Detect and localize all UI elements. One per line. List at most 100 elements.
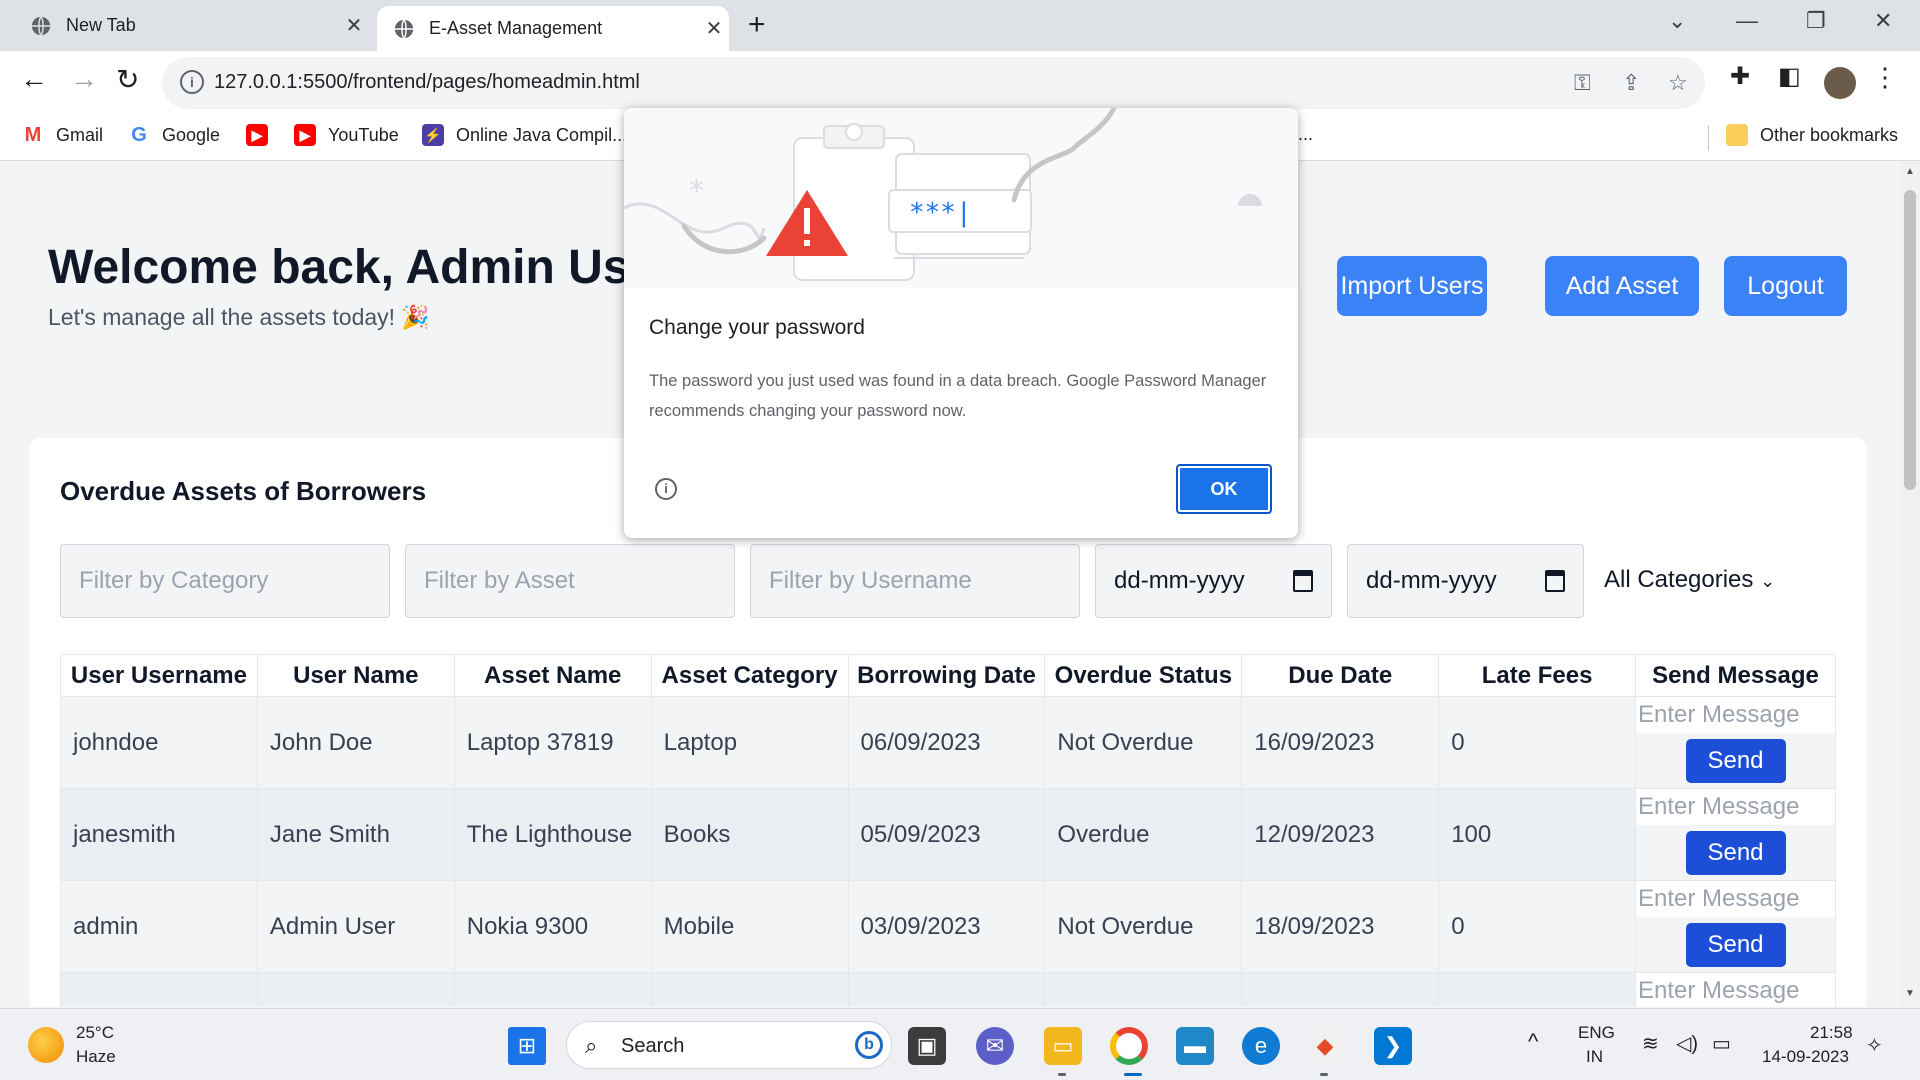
- close-tab-icon[interactable]: ✕: [699, 16, 729, 41]
- teams-chat-icon[interactable]: ✉: [976, 1027, 1014, 1065]
- scroll-down-icon[interactable]: ▼: [1905, 988, 1915, 999]
- dialog-body: The password you just used was found in …: [649, 372, 1267, 420]
- info-icon[interactable]: i: [655, 478, 677, 500]
- bookmark-star-icon[interactable]: ☆: [1668, 70, 1688, 96]
- send-button[interactable]: Send: [1685, 738, 1786, 783]
- message-input[interactable]: Enter Message: [1636, 973, 1835, 1007]
- bookmark-overflow[interactable]: ...: [1298, 124, 1313, 145]
- share-icon[interactable]: ⇪: [1622, 70, 1640, 96]
- bookmark-google[interactable]: G Google: [128, 124, 220, 146]
- cell-status: [1044, 972, 1243, 1007]
- browser-toolbar: ← → ↻ i 127.0.0.1:5500/frontend/pages/ho…: [0, 51, 1920, 115]
- send-wrap: Send: [1636, 825, 1835, 880]
- avatar[interactable]: [1824, 67, 1856, 99]
- battery-icon[interactable]: ▭: [1712, 1031, 1731, 1056]
- calendar-icon[interactable]: [1293, 570, 1313, 592]
- table-header-row: User Username User Name Asset Name Asset…: [60, 654, 1836, 697]
- task-view-icon[interactable]: ▣: [908, 1027, 946, 1065]
- tab-e-asset-management[interactable]: E-Asset Management ✕: [377, 6, 729, 51]
- filter-username-input[interactable]: Filter by Username: [750, 544, 1080, 618]
- cell-due: 12/09/2023: [1241, 788, 1440, 881]
- ok-button[interactable]: OK: [1176, 464, 1272, 514]
- forward-icon[interactable]: →: [70, 63, 98, 95]
- send-wrap: Send: [1636, 733, 1835, 788]
- cell-status: Not Overdue: [1044, 880, 1243, 973]
- back-icon[interactable]: ←: [20, 63, 48, 95]
- weather-icon[interactable]: [28, 1027, 64, 1063]
- scrollbar-thumb[interactable]: [1904, 190, 1916, 490]
- tray-chevron-up-icon[interactable]: ^: [1528, 1029, 1538, 1055]
- weather-temp[interactable]: 25°C: [76, 1023, 114, 1043]
- notifications-icon[interactable]: ✧: [1866, 1033, 1883, 1058]
- side-panel-icon[interactable]: ◧: [1778, 62, 1801, 91]
- send-button[interactable]: Send: [1685, 830, 1786, 875]
- send-button[interactable]: Send: [1685, 922, 1786, 967]
- wifi-icon[interactable]: ≋: [1642, 1031, 1659, 1056]
- bookmark-other[interactable]: Other bookmarks: [1726, 124, 1898, 146]
- new-tab-icon[interactable]: +: [748, 8, 766, 42]
- extensions-icon[interactable]: ✚: [1730, 62, 1750, 91]
- cell-category: Laptop: [650, 696, 849, 789]
- date-to-value: dd-mm-yyyy: [1366, 567, 1497, 594]
- import-users-button[interactable]: Import Users: [1337, 256, 1487, 316]
- tab-search-chevron-icon[interactable]: ⌄: [1668, 8, 1686, 34]
- add-asset-button[interactable]: Add Asset: [1545, 256, 1699, 316]
- key-icon[interactable]: ⚿: [1574, 70, 1591, 96]
- bookmark-youtube-icon-only[interactable]: ▶: [246, 124, 280, 146]
- file-explorer-icon[interactable]: ▭: [1044, 1027, 1082, 1065]
- menu-kebab-icon[interactable]: ⋮: [1872, 62, 1898, 93]
- url-text[interactable]: 127.0.0.1:5500/frontend/pages/homeadmin.…: [214, 71, 640, 94]
- remote-desktop-icon[interactable]: ▬: [1176, 1027, 1214, 1065]
- taskbar-search[interactable]: ⌕ Search b: [566, 1021, 892, 1069]
- date-to-input[interactable]: dd-mm-yyyy: [1347, 544, 1584, 618]
- date-from-input[interactable]: dd-mm-yyyy: [1095, 544, 1332, 618]
- edge-icon[interactable]: e: [1242, 1027, 1280, 1065]
- bing-icon[interactable]: b: [855, 1031, 883, 1059]
- message-input[interactable]: Enter Message: [1636, 881, 1835, 917]
- cell-username: [60, 972, 258, 1007]
- bookmark-label: Other bookmarks: [1760, 124, 1899, 145]
- cell-asset: Laptop 37819: [453, 696, 652, 789]
- bookmark-online-java[interactable]: ⚡ Online Java Compil...: [422, 124, 627, 146]
- calendar-icon[interactable]: [1545, 570, 1565, 592]
- restore-icon[interactable]: ❐: [1806, 8, 1826, 34]
- page-title: Welcome back, Admin Us: [48, 241, 630, 294]
- weather-status[interactable]: Haze: [76, 1047, 116, 1067]
- cell-fees: 0: [1438, 880, 1637, 973]
- filter-asset-input[interactable]: Filter by Asset: [405, 544, 735, 618]
- gmail-icon: M: [22, 124, 44, 146]
- section-title: Overdue Assets of Borrowers: [60, 476, 427, 506]
- language-code[interactable]: ENG: [1578, 1023, 1615, 1043]
- cell-fees: 100: [1438, 788, 1637, 881]
- cell-fees: [1438, 972, 1637, 1007]
- scroll-up-icon[interactable]: ▲: [1905, 166, 1915, 177]
- clock-date[interactable]: 14-09-2023: [1762, 1047, 1849, 1067]
- site-info-icon[interactable]: i: [180, 70, 204, 94]
- bookmark-gmail[interactable]: M Gmail: [22, 124, 103, 146]
- vscode-icon[interactable]: ❯: [1374, 1027, 1412, 1065]
- volume-icon[interactable]: ◁): [1676, 1031, 1698, 1056]
- close-window-icon[interactable]: ✕: [1874, 8, 1892, 34]
- close-tab-icon[interactable]: ✕: [339, 13, 369, 38]
- message-input[interactable]: Enter Message: [1636, 697, 1835, 733]
- windows-start-icon[interactable]: ⊞: [508, 1027, 546, 1065]
- chevron-down-icon: ⌄: [1760, 571, 1776, 591]
- clock-time[interactable]: 21:58: [1810, 1023, 1853, 1043]
- category-select[interactable]: All Categories ⌄: [1604, 566, 1775, 594]
- reload-icon[interactable]: ↻: [116, 63, 139, 96]
- bookmark-youtube[interactable]: ▶ YouTube: [294, 124, 399, 146]
- chrome-icon[interactable]: [1110, 1027, 1148, 1065]
- minimize-icon[interactable]: —: [1736, 8, 1758, 34]
- language-region[interactable]: IN: [1586, 1047, 1603, 1067]
- logout-button[interactable]: Logout: [1724, 256, 1847, 316]
- youtube-icon: ▶: [294, 124, 316, 146]
- column-header: Asset Name: [453, 654, 652, 697]
- cell-name: John Doe: [256, 696, 455, 789]
- filter-category-input[interactable]: Filter by Category: [60, 544, 390, 618]
- address-bar[interactable]: i 127.0.0.1:5500/frontend/pages/homeadmi…: [162, 57, 1705, 109]
- message-input[interactable]: Enter Message: [1636, 789, 1835, 825]
- breach-illustration: * ***|: [624, 108, 1298, 288]
- tab-new-tab[interactable]: New Tab ✕: [14, 0, 369, 51]
- git-icon[interactable]: ◆: [1306, 1027, 1344, 1065]
- page-scrollbar[interactable]: ▲ ▼: [1900, 162, 1920, 1007]
